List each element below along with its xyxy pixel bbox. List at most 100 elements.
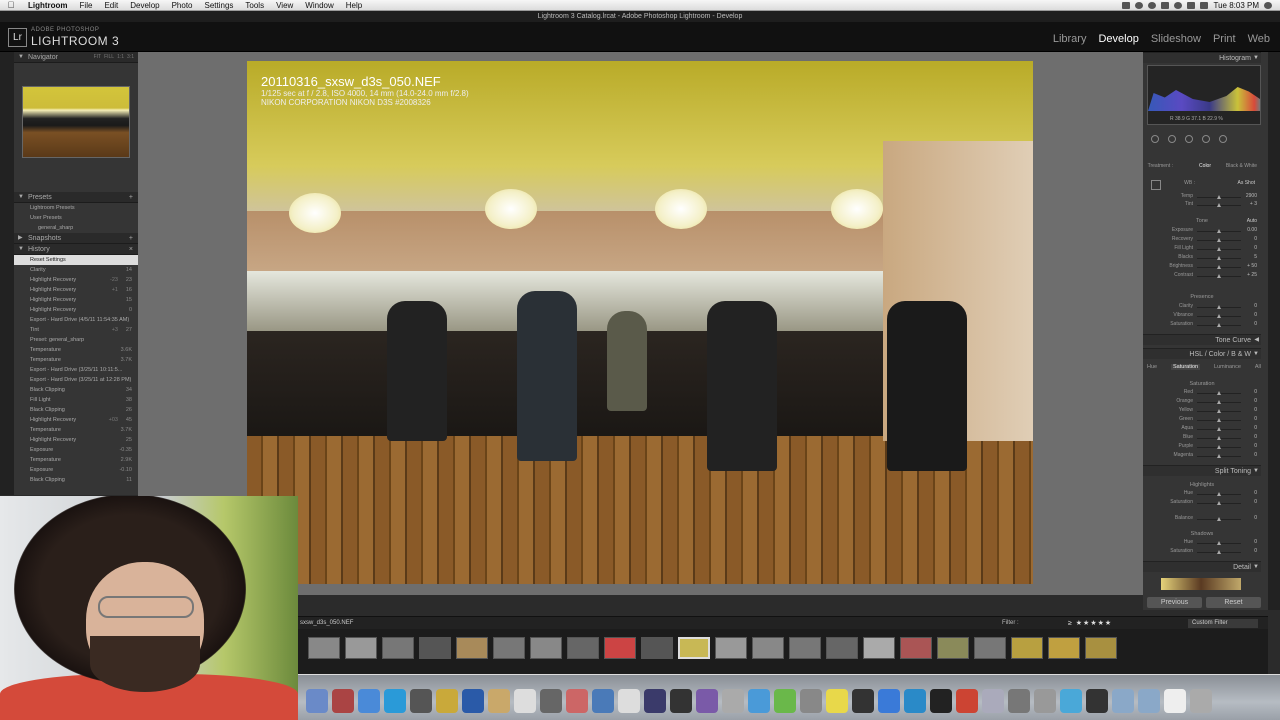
filmstrip-thumb[interactable]	[530, 637, 562, 659]
slider-value[interactable]: 0	[1243, 452, 1257, 458]
history-step[interactable]: Highlight Recovery 15	[14, 295, 138, 305]
filmstrip-thumb[interactable]	[382, 637, 414, 659]
slider-knob[interactable]	[1217, 265, 1221, 269]
history-step[interactable]: Temperature 3.7K	[14, 425, 138, 435]
filmstrip-thumb[interactable]	[456, 637, 488, 659]
history-step[interactable]: Temperature 3.7K	[14, 355, 138, 365]
menu-help[interactable]: Help	[340, 1, 368, 10]
slider-knob[interactable]	[1217, 436, 1221, 440]
filmstrip-thumb[interactable]	[1048, 637, 1080, 659]
redeye-icon[interactable]	[1185, 135, 1193, 143]
zoom-3-1[interactable]: 3:1	[127, 52, 134, 63]
slider-track[interactable]	[1197, 501, 1241, 505]
document-icon[interactable]	[1164, 689, 1186, 713]
history-step[interactable]: Highlight Recovery 0	[14, 305, 138, 315]
slider-value[interactable]: 2900	[1243, 193, 1257, 199]
slider-knob[interactable]	[1217, 409, 1221, 413]
slider-knob[interactable]	[1217, 517, 1221, 521]
detail-preview[interactable]	[1161, 578, 1241, 590]
utility-icon[interactable]	[800, 689, 822, 713]
history-step[interactable]: Tint +3 27	[14, 325, 138, 335]
split-toning-header[interactable]: Split Toning ▼	[1143, 465, 1261, 476]
apple-icon[interactable]: 	[0, 0, 22, 10]
slider-knob[interactable]	[1217, 501, 1221, 505]
history-step[interactable]: Black Clipping 11	[14, 475, 138, 485]
preview-icon[interactable]	[540, 689, 562, 713]
imovie-icon[interactable]	[696, 689, 718, 713]
photo-icon[interactable]	[566, 689, 588, 713]
navigator-header[interactable]: ▼ Navigator FIT FILL 1:1 3:1	[14, 52, 138, 63]
sync-icon[interactable]	[1135, 1, 1144, 9]
slider-track[interactable]	[1197, 454, 1241, 458]
slider-track[interactable]	[1197, 445, 1241, 449]
menu-settings[interactable]: Settings	[199, 1, 240, 10]
auto-tone-button[interactable]: Auto	[1209, 218, 1257, 224]
presets-header[interactable]: ▼ Presets +	[14, 192, 138, 203]
histogram[interactable]: R 38.9 G 37.1 B 22.9 %	[1147, 65, 1261, 125]
add-preset-icon[interactable]: +	[129, 192, 133, 203]
slider-track[interactable]	[1197, 400, 1241, 404]
slider-track[interactable]	[1197, 492, 1241, 496]
filmstrip-thumb[interactable]	[308, 637, 340, 659]
crop-icon[interactable]	[1151, 135, 1159, 143]
filmstrip-thumb[interactable]	[715, 637, 747, 659]
notebook-icon[interactable]	[488, 689, 510, 713]
timemachine-icon[interactable]	[1148, 1, 1157, 9]
slider-track[interactable]	[1197, 305, 1241, 309]
app-store-icon[interactable]	[592, 689, 614, 713]
snapshots-header[interactable]: ▶ Snapshots +	[14, 233, 138, 244]
filmstrip-thumb[interactable]	[493, 637, 525, 659]
menu-tools[interactable]: Tools	[239, 1, 270, 10]
slider-value[interactable]: 0	[1243, 416, 1257, 422]
slider-knob[interactable]	[1217, 195, 1221, 199]
battery-icon[interactable]	[1200, 1, 1209, 9]
history-step[interactable]: Clarity 14	[14, 265, 138, 275]
dropbox-icon[interactable]	[1086, 689, 1108, 713]
slider-track[interactable]	[1197, 391, 1241, 395]
volume-icon[interactable]	[1187, 1, 1196, 9]
histogram-header[interactable]: Histogram ▼	[1143, 52, 1261, 63]
left-panel-toggle[interactable]	[0, 52, 14, 495]
slider-track[interactable]	[1197, 314, 1241, 318]
hsl-tab-all[interactable]: All	[1255, 364, 1261, 370]
slider-value[interactable]: + 3	[1243, 201, 1257, 207]
filmstrip-thumb[interactable]	[1011, 637, 1043, 659]
treatment-bw[interactable]: Black & White	[1217, 163, 1257, 169]
slider-value[interactable]: 0	[1243, 303, 1257, 309]
ichat-icon[interactable]	[358, 689, 380, 713]
history-step[interactable]: Highlight Recovery +03 45	[14, 415, 138, 425]
history-step[interactable]: Black Clipping 34	[14, 385, 138, 395]
slider-knob[interactable]	[1217, 492, 1221, 496]
history-step[interactable]: Highlight Recovery -23 23	[14, 275, 138, 285]
slider-track[interactable]	[1197, 517, 1241, 521]
slider-value[interactable]: 0	[1243, 434, 1257, 440]
slider-knob[interactable]	[1217, 274, 1221, 278]
preferences-icon[interactable]	[1034, 689, 1056, 713]
module-develop[interactable]: Develop	[1098, 33, 1138, 45]
filmstrip-thumb[interactable]	[567, 637, 599, 659]
module-web[interactable]: Web	[1248, 33, 1270, 45]
hsl-tab-saturation[interactable]: Saturation	[1171, 364, 1201, 370]
filmstrip-thumb[interactable]	[678, 637, 710, 659]
slider-value[interactable]: + 25	[1243, 272, 1257, 278]
slider-knob[interactable]	[1217, 305, 1221, 309]
filmstrip-thumb[interactable]	[604, 637, 636, 659]
slider-track[interactable]	[1197, 265, 1241, 269]
zoom-fill[interactable]: FILL	[104, 52, 114, 63]
slider-knob[interactable]	[1217, 238, 1221, 242]
filmstrip-thumb[interactable]	[863, 637, 895, 659]
slider-knob[interactable]	[1217, 550, 1221, 554]
filmstrip-thumb[interactable]	[937, 637, 969, 659]
treatment-color[interactable]: Color	[1195, 163, 1211, 169]
slider-track[interactable]	[1197, 274, 1241, 278]
twitter-icon[interactable]	[1060, 689, 1082, 713]
spotlight-icon[interactable]	[1264, 1, 1272, 9]
slider-track[interactable]	[1197, 229, 1241, 233]
dashboard-icon[interactable]	[410, 689, 432, 713]
slider-knob[interactable]	[1217, 427, 1221, 431]
filmstrip-thumb[interactable]	[345, 637, 377, 659]
preset-folder[interactable]: Lightroom Presets	[14, 203, 138, 213]
game-icon[interactable]	[852, 689, 874, 713]
filmstrip-thumb[interactable]	[752, 637, 784, 659]
navigator-preview[interactable]	[22, 86, 130, 158]
